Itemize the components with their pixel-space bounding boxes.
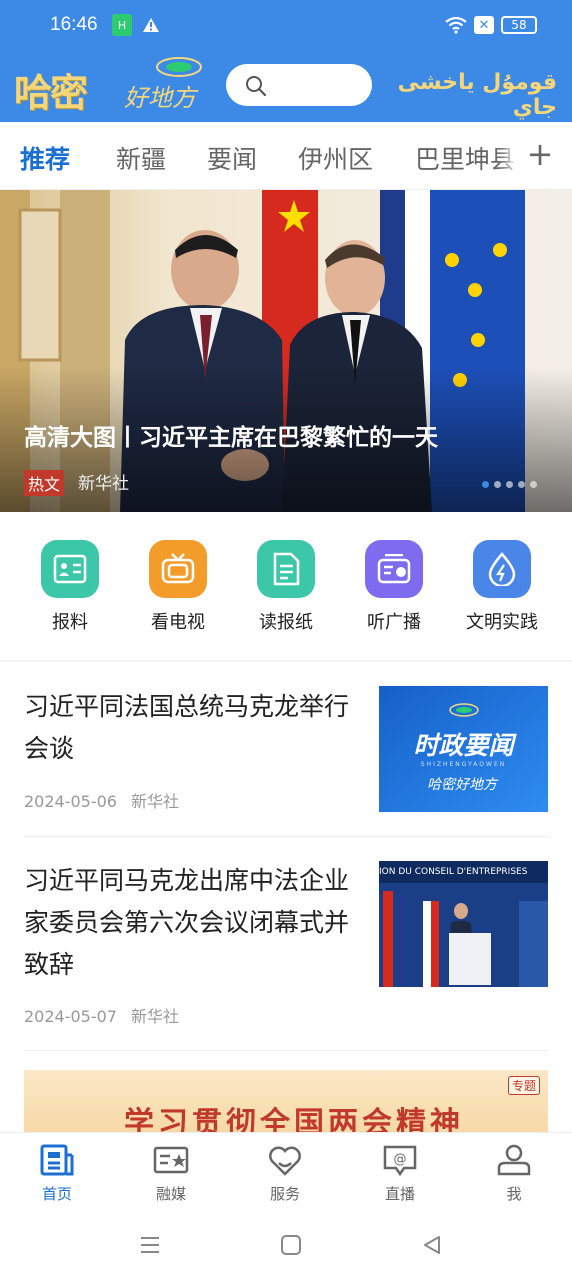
sim-icon: H — [112, 14, 132, 36]
tab-barkol[interactable]: 巴里坤县 — [415, 140, 515, 176]
tab-recommend[interactable]: 推荐 — [20, 140, 70, 176]
droplet-icon — [473, 540, 531, 598]
quick-link-radio[interactable]: 听广播 — [340, 540, 448, 634]
news-meta: 2024-05-07 新华社 — [24, 1003, 179, 1027]
status-time: 16:46 — [50, 14, 98, 35]
topic-banner-text: 学习贯彻全国两会精神 — [124, 1106, 464, 1132]
tab-xinjiang[interactable]: 新疆 — [116, 140, 166, 176]
battery-indicator: 58 — [501, 16, 537, 34]
tab-headlines[interactable]: 要闻 — [207, 140, 257, 176]
news-meta: 2024-05-06 新华社 — [24, 788, 179, 812]
bottom-navigation: 首页 融媒 服务 @ 直播 我 — [0, 1132, 572, 1216]
quick-link-label: 文明实践 — [466, 612, 538, 633]
section-divider — [0, 660, 572, 662]
add-channel-button[interactable]: + — [520, 134, 560, 174]
news-item[interactable]: 习近平同马克龙出席中法企业家委员会第六次会议闭幕式并致辞 2024-05-07 新… — [24, 860, 548, 1035]
system-navigation-bar — [0, 1216, 572, 1280]
news-date: 2024-05-06 — [24, 792, 117, 811]
nav-label: 融媒 — [155, 1185, 186, 1203]
report-icon — [41, 540, 99, 598]
nav-me[interactable]: 我 — [464, 1143, 564, 1204]
tv-icon — [149, 540, 207, 598]
news-title[interactable]: 习近平同法国总统马克龙举行会谈 — [24, 686, 354, 770]
hot-tag-badge: 热文 — [24, 470, 65, 496]
nav-home[interactable]: 首页 — [7, 1143, 107, 1204]
search-icon — [246, 76, 267, 97]
wifi-icon — [443, 14, 469, 36]
banner-headline[interactable]: 高清大图丨习近平主席在巴黎繁忙的一天 — [24, 418, 438, 452]
svg-text:@: @ — [394, 1152, 407, 1167]
quick-link-report[interactable]: 报料 — [16, 540, 124, 634]
uyghur-slogan: قومۇل ياخشى جاي — [397, 70, 557, 120]
news-thumbnail[interactable]: 时政要闻 SHIZHENGYAOWEN 哈密好地方 — [379, 686, 548, 812]
thumb-caption: ION DU CONSEIL D'ENTREPRISES — [379, 867, 528, 877]
nav-label: 我 — [506, 1185, 522, 1203]
headline-carousel[interactable]: 高清大图丨习近平主席在巴黎繁忙的一天 热文 新华社 — [0, 190, 572, 512]
logo-emblem-icon — [156, 57, 202, 77]
warning-icon — [140, 14, 162, 36]
nav-label: 服务 — [269, 1185, 300, 1203]
channel-tabs: 推荐 新疆 要闻 伊州区 巴里坤县 + — [0, 122, 572, 190]
nav-label: 直播 — [384, 1185, 415, 1203]
news-thumbnail[interactable]: ION DU CONSEIL D'ENTREPRISES — [379, 861, 548, 987]
nav-media[interactable]: 融媒 — [121, 1143, 221, 1204]
carousel-dot[interactable] — [518, 481, 525, 488]
news-source: 新华社 — [130, 792, 179, 811]
carousel-indicators — [482, 481, 537, 488]
list-separator — [24, 836, 548, 837]
logo-text: 哈密 — [14, 70, 88, 115]
carousel-dot[interactable] — [482, 481, 489, 488]
banner-photo — [0, 190, 572, 512]
user-icon — [497, 1144, 531, 1176]
news-source: 新华社 — [130, 1007, 179, 1026]
tab-yizhou[interactable]: 伊州区 — [298, 140, 373, 176]
live-chat-icon: @ — [383, 1145, 417, 1177]
radio-icon — [365, 540, 423, 598]
quick-links: 报料 看电视 读报纸 听广播 文明实践 — [0, 530, 572, 650]
home-news-icon — [40, 1144, 74, 1176]
carousel-dot[interactable] — [506, 481, 513, 488]
quick-link-civility[interactable]: 文明实践 — [448, 540, 556, 634]
home-square-icon[interactable] — [280, 1234, 302, 1260]
quick-link-label: 读报纸 — [259, 612, 313, 633]
banner-source: 新华社 — [78, 474, 129, 494]
thumb-brand: 哈密好地方 — [427, 777, 497, 793]
quick-link-label: 报料 — [52, 612, 88, 633]
news-title[interactable]: 习近平同马克龙出席中法企业家委员会第六次会议闭幕式并致辞 — [24, 860, 354, 986]
back-triangle-icon[interactable] — [421, 1234, 443, 1260]
nav-label: 首页 — [41, 1185, 72, 1203]
quick-link-label: 看电视 — [151, 612, 205, 633]
thumb-title: 时政要闻 — [413, 731, 514, 760]
carousel-dot[interactable] — [530, 481, 537, 488]
app-header: 16:46 H ✕ 58 哈密 好地方 قومۇل ياخشى جاي — [0, 0, 572, 122]
logo-subtext: 好地方 — [124, 84, 196, 112]
app-logo: 哈密 好地方 — [14, 56, 214, 115]
news-item[interactable]: 习近平同法国总统马克龙举行会谈 2024-05-06 新华社 时政要闻 SHIZH… — [24, 686, 548, 826]
quick-link-newspaper[interactable]: 读报纸 — [232, 540, 340, 634]
menu-icon[interactable] — [139, 1234, 161, 1260]
status-bar: 16:46 H ✕ 58 — [0, 0, 572, 52]
nav-live[interactable]: @ 直播 — [350, 1143, 450, 1204]
search-bar[interactable] — [226, 64, 372, 106]
newspaper-icon — [257, 540, 315, 598]
quick-link-label: 听广播 — [367, 612, 421, 633]
thumb-subtitle: SHIZHENGYAOWEN — [420, 761, 507, 768]
heart-service-icon — [269, 1146, 301, 1176]
thumb-photo — [379, 861, 548, 987]
quick-link-tv[interactable]: 看电视 — [124, 540, 232, 634]
topic-badge: 专题 — [507, 1076, 540, 1095]
carousel-dot[interactable] — [494, 481, 501, 488]
news-date: 2024-05-07 — [24, 1007, 117, 1026]
media-card-icon — [153, 1146, 189, 1174]
nav-services[interactable]: 服务 — [235, 1143, 335, 1204]
list-separator — [24, 1050, 548, 1051]
notification-x-icon: ✕ — [474, 16, 494, 34]
topic-banner[interactable]: 学习贯彻全国两会精神 专题 — [24, 1070, 548, 1132]
